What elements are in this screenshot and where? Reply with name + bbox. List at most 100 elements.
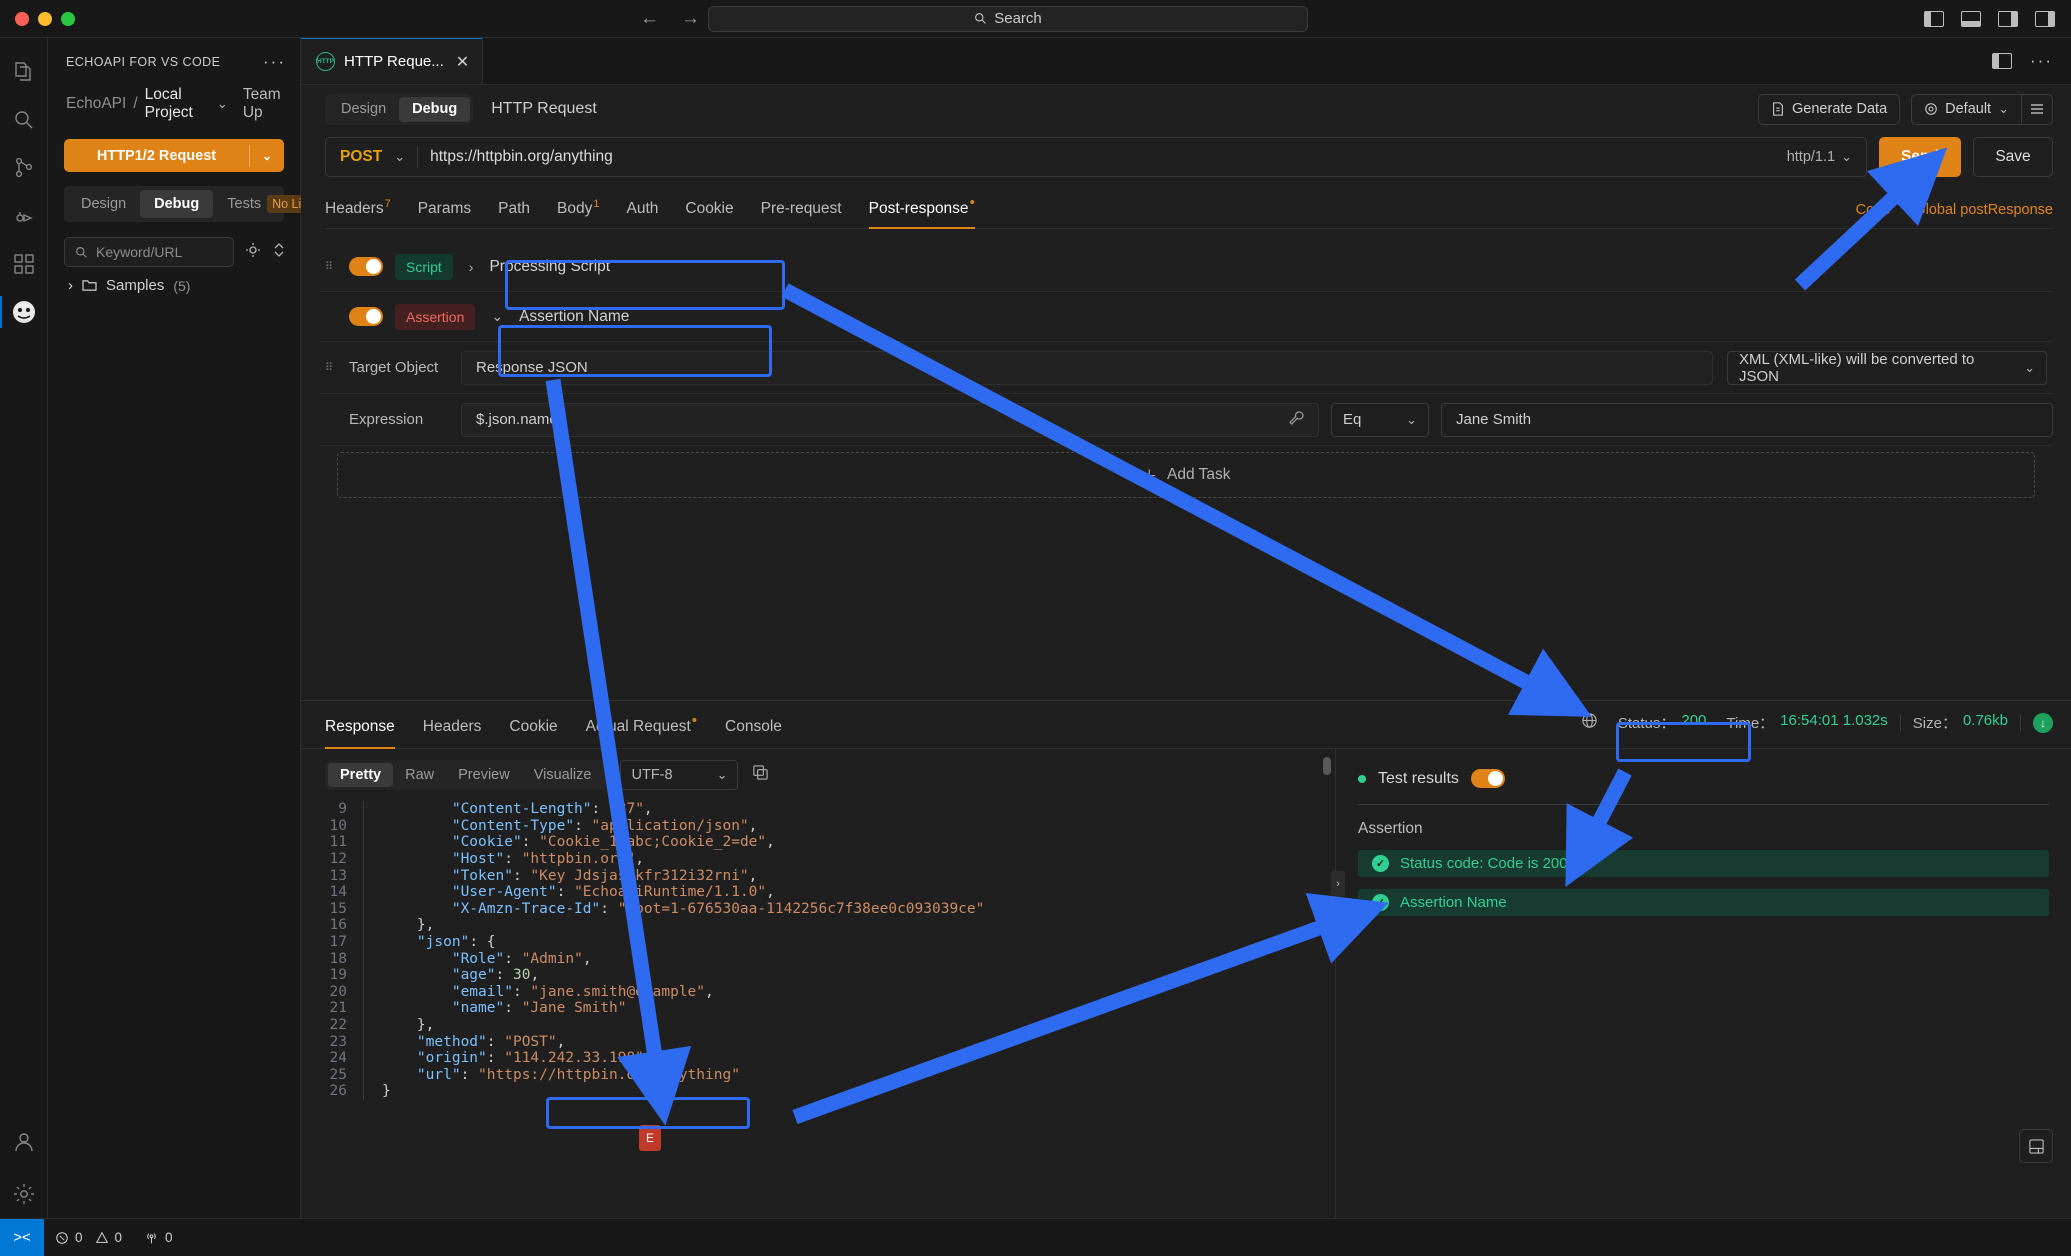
remote-icon[interactable]: >< xyxy=(0,1218,44,1256)
sidebar-segment-design[interactable]: Design xyxy=(67,190,140,218)
maximize-window-button[interactable] xyxy=(61,11,75,26)
team-up-link[interactable]: Team Up xyxy=(243,86,288,122)
echoapi-notification-icon[interactable]: E xyxy=(639,1125,661,1151)
chevron-right-icon[interactable]: › xyxy=(469,259,474,275)
breadcrumb-root[interactable]: EchoAPI xyxy=(66,95,126,113)
chevron-down-icon[interactable]: ⌄ xyxy=(394,149,405,165)
sidebar-item-samples[interactable]: › Samples (5) xyxy=(48,267,300,294)
toggle-primary-sidebar-icon[interactable] xyxy=(1924,10,1944,27)
split-editor-icon[interactable] xyxy=(1992,53,2013,69)
extensions-icon[interactable] xyxy=(0,240,48,288)
minimize-window-button[interactable] xyxy=(38,11,52,26)
task-row-script[interactable]: ⠿ Script › Processing Script xyxy=(319,242,2053,292)
url-input-group[interactable]: POST ⌄ https://httpbin.org/anything http… xyxy=(325,137,1867,177)
forward-icon[interactable]: → xyxy=(681,8,700,30)
tab-pretty[interactable]: Pretty xyxy=(328,763,394,787)
sidebar-more-icon[interactable]: ··· xyxy=(263,52,286,72)
back-icon[interactable]: ← xyxy=(640,8,659,30)
source-control-icon[interactable] xyxy=(0,144,48,192)
encoding-select[interactable]: UTF-8 ⌄ xyxy=(620,760,739,790)
tab-debug[interactable]: Debug xyxy=(399,96,471,122)
tab-visualize[interactable]: Visualize xyxy=(522,763,604,787)
toggle-secondary-sidebar-icon[interactable] xyxy=(1998,10,2018,27)
url-input[interactable]: https://httpbin.org/anything xyxy=(430,148,1775,166)
global-search-input[interactable]: Search xyxy=(708,5,1308,32)
search-icon[interactable] xyxy=(0,96,48,144)
drag-handle-icon[interactable]: ⠿ xyxy=(325,261,349,272)
new-http-request-button[interactable]: HTTP1/2 Request ⌄ xyxy=(64,139,284,172)
tab-post-response[interactable]: Post-response• xyxy=(868,194,976,230)
environment-selector[interactable]: Default ⌄ xyxy=(1911,93,2022,125)
http-method-selector[interactable]: POST xyxy=(340,148,382,166)
script-name-input[interactable]: Processing Script xyxy=(489,258,610,276)
save-button[interactable]: Save xyxy=(1973,137,2053,177)
assertion-type-chip[interactable]: Assertion xyxy=(395,303,476,330)
tab-preview[interactable]: Preview xyxy=(446,763,522,787)
settings-gear-icon[interactable] xyxy=(0,1170,48,1218)
tab-cookie[interactable]: Cookie xyxy=(685,200,733,228)
copy-icon[interactable] xyxy=(752,764,769,786)
script-type-chip[interactable]: Script xyxy=(395,253,453,280)
drag-handle-icon[interactable]: ⠿ xyxy=(325,362,349,373)
breadcrumb-project[interactable]: Local Project xyxy=(145,86,210,122)
new-request-caret-icon[interactable]: ⌄ xyxy=(250,149,284,163)
window-controls[interactable] xyxy=(0,11,75,26)
code-scrollbar[interactable] xyxy=(1323,757,1331,775)
locate-icon[interactable] xyxy=(245,242,261,263)
account-icon[interactable] xyxy=(0,1122,48,1170)
tab-raw[interactable]: Raw xyxy=(393,763,446,787)
assertion-enabled-toggle[interactable] xyxy=(349,307,383,326)
sidebar-segment-debug[interactable]: Debug xyxy=(140,190,214,218)
download-response-icon[interactable]: ↓ xyxy=(2033,712,2053,733)
customize-layout-icon[interactable] xyxy=(2035,10,2055,27)
tab-pre-request[interactable]: Pre-request xyxy=(761,200,842,228)
xml-conversion-select[interactable]: XML (XML-like) will be converted to JSON… xyxy=(1727,350,2047,385)
editor-tab-http-request[interactable]: HTTP HTTP Reque... ✕ xyxy=(301,38,484,84)
tab-console[interactable]: Console xyxy=(725,718,782,748)
task-row-assertion[interactable]: Assertion ⌄ Assertion Name xyxy=(319,292,2053,342)
chevron-down-icon[interactable]: ⌄ xyxy=(217,96,228,112)
code-link[interactable]: Code xyxy=(1856,202,1891,218)
close-icon[interactable]: ✕ xyxy=(456,52,469,72)
ports-indicator[interactable]: 0 xyxy=(133,1230,184,1245)
globe-icon[interactable] xyxy=(1581,712,1598,733)
environment-menu-icon[interactable] xyxy=(2022,93,2053,125)
global-postresponse-link[interactable]: Global postResponse xyxy=(1914,202,2053,218)
test-results-toggle[interactable] xyxy=(1470,769,1505,788)
editor-more-icon[interactable]: ··· xyxy=(2030,51,2053,71)
sidebar-search-input[interactable]: Keyword/URL xyxy=(64,237,234,267)
operator-select[interactable]: Eq ⌄ xyxy=(1331,402,1429,437)
add-task-button[interactable]: ＋ Add Task xyxy=(337,452,2035,498)
layout-toggle-button[interactable] xyxy=(2019,1129,2053,1163)
tab-response-cookie[interactable]: Cookie xyxy=(509,718,557,748)
tab-response[interactable]: Response xyxy=(325,718,395,749)
tab-design[interactable]: Design xyxy=(328,97,399,122)
panel-collapse-handle[interactable]: › xyxy=(1331,871,1345,897)
chevron-right-icon[interactable]: › xyxy=(68,277,73,294)
tab-response-headers[interactable]: Headers xyxy=(423,718,482,748)
script-enabled-toggle[interactable] xyxy=(349,257,383,276)
tab-path[interactable]: Path xyxy=(498,200,530,228)
expected-value-input[interactable]: Jane Smith xyxy=(1441,402,2053,437)
titlebar-layout-controls[interactable] xyxy=(1924,10,2055,27)
target-object-select[interactable]: Response JSON xyxy=(461,350,1713,385)
expression-input[interactable]: $.json.name xyxy=(461,402,1319,437)
tab-auth[interactable]: Auth xyxy=(626,200,658,228)
generate-data-button[interactable]: Generate Data xyxy=(1758,93,1901,125)
protocol-selector[interactable]: http/1.1 ⌄ xyxy=(1787,149,1852,165)
tab-params[interactable]: Params xyxy=(418,200,471,228)
problems-indicator[interactable]: 0 0 xyxy=(44,1230,133,1245)
wrench-icon[interactable] xyxy=(1288,410,1304,430)
close-window-button[interactable] xyxy=(15,11,29,26)
send-button[interactable]: Send xyxy=(1879,137,1961,177)
response-code-viewer[interactable]: 9 "Content-Length": "87", 10 "Content-Typ… xyxy=(301,801,1335,1218)
tab-headers[interactable]: Headers7 xyxy=(325,198,391,228)
assertion-name-input[interactable]: Assertion Name xyxy=(519,308,629,326)
navigation-arrows[interactable]: ← → xyxy=(640,8,700,30)
toggle-panel-icon[interactable] xyxy=(1961,10,1981,27)
run-debug-icon[interactable] xyxy=(0,192,48,240)
collapse-all-icon[interactable] xyxy=(272,242,286,263)
tab-body[interactable]: Body1 xyxy=(557,198,599,228)
explorer-icon[interactable] xyxy=(0,48,48,96)
chevron-down-icon[interactable]: ⌄ xyxy=(491,308,503,325)
